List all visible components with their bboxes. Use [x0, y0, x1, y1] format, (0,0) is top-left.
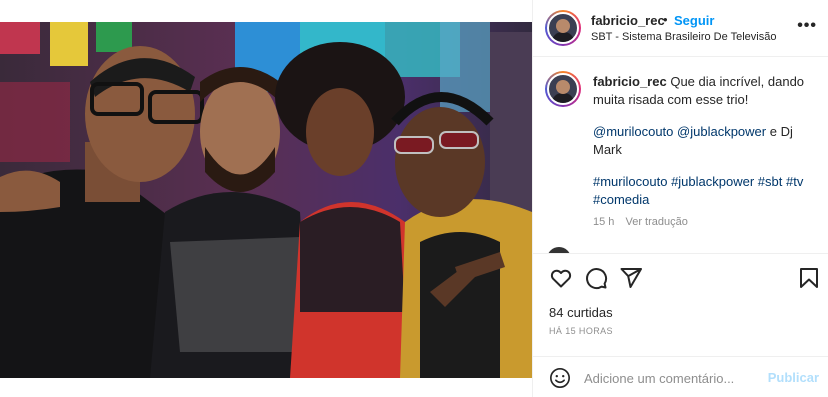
caption-time: 15 h	[593, 216, 615, 228]
group-selfie-image	[0, 22, 532, 378]
post-location[interactable]: SBT - Sistema Brasileiro De Televisão	[591, 31, 776, 43]
hashtag-link[interactable]: #tv	[786, 174, 803, 189]
hashtag-link[interactable]: #comedia	[593, 192, 649, 207]
follow-button[interactable]: Seguir	[674, 13, 714, 28]
comment-bubble-icon[interactable]	[584, 266, 608, 290]
caption-avatar[interactable]	[545, 71, 581, 107]
caption-meta: 15 h Ver tradução	[593, 213, 815, 231]
caption-hashtags: #murilocouto #jublackpower #sbt #tv #com…	[593, 173, 815, 209]
see-translation-button[interactable]: Ver tradução	[625, 216, 687, 228]
publish-button[interactable]: Publicar	[768, 370, 819, 385]
more-horizontal-icon[interactable]: •••	[797, 17, 817, 35]
post-photo[interactable]	[0, 22, 532, 378]
comment-bar: Publicar	[533, 356, 828, 397]
hashtag-link[interactable]: #jublackpower	[671, 174, 754, 189]
caption-section: fabricio_rec Que dia incrível, dando mui…	[533, 57, 828, 253]
mention-link[interactable]: @murilocouto	[593, 124, 673, 139]
comment-input[interactable]	[584, 369, 764, 387]
bookmark-icon[interactable]	[797, 266, 821, 290]
hashtag-link[interactable]: #sbt	[758, 174, 783, 189]
paper-plane-icon[interactable]	[619, 266, 643, 290]
author-username[interactable]: fabricio_rec	[591, 13, 665, 28]
hashtag-link[interactable]: #murilocouto	[593, 174, 667, 189]
likes-count[interactable]: 84 curtidas	[549, 305, 613, 320]
post-sidebar: fabricio_rec • Seguir SBT - Sistema Bras…	[532, 0, 828, 397]
caption-text-block: fabricio_rec Que dia incrível, dando mui…	[593, 73, 815, 231]
header-separator: •	[663, 12, 668, 27]
smiley-icon[interactable]	[549, 367, 571, 389]
action-bar	[533, 253, 828, 301]
caption-body: fabricio_rec Que dia incrível, dando mui…	[593, 73, 815, 109]
caption-username[interactable]: fabricio_rec	[593, 74, 667, 89]
post-header: fabricio_rec • Seguir SBT - Sistema Bras…	[533, 0, 828, 57]
heart-icon[interactable]	[549, 266, 573, 290]
caption-mentions: @murilocouto @jublackpower e Dj Mark	[593, 123, 815, 159]
instagram-post: fabricio_rec • Seguir SBT - Sistema Bras…	[0, 0, 828, 397]
mention-link[interactable]: @jublackpower	[677, 124, 766, 139]
author-avatar[interactable]	[545, 10, 581, 46]
post-timestamp[interactable]: HÁ 15 HORAS	[549, 326, 613, 336]
